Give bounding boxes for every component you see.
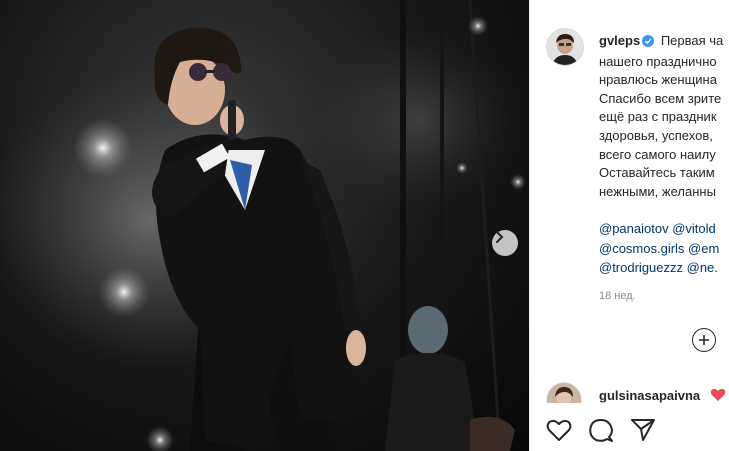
add-comment-button[interactable]: [692, 328, 716, 352]
caption-line: ещё раз с праздник: [599, 109, 717, 125]
caption-line: Первая ча: [660, 33, 724, 48]
caption-line: нашего празднично: [599, 53, 717, 69]
like-button[interactable]: [546, 418, 572, 447]
author-username[interactable]: gvleps: [599, 33, 640, 48]
commenter-username[interactable]: gulsinasapaivna: [599, 388, 700, 403]
action-bar: [530, 403, 729, 451]
mention-link[interactable]: @panaiotov @vitold: [599, 221, 716, 236]
caption-line: нравлюсь женщина: [599, 72, 717, 88]
caption-line: Спасибо всем зрите: [599, 90, 722, 106]
post-timestamp: 18 нед.: [599, 290, 636, 302]
caption-line: здоровья, успехов,: [599, 127, 717, 143]
post-sidebar: gvleps Первая ча нашего празднично нравл…: [529, 0, 729, 451]
author-avatar[interactable]: [546, 28, 584, 66]
share-icon: [631, 419, 655, 441]
caption-line: Оставайтесь таким: [599, 165, 715, 181]
comment-button[interactable]: [588, 418, 614, 449]
mentions: @panaiotov @vitold @cosmos.girls @em @tr…: [599, 219, 729, 278]
plus-circle-icon: [699, 335, 709, 345]
share-button[interactable]: [630, 418, 656, 447]
caption-line: всего самого наилу: [599, 146, 716, 162]
mention-link[interactable]: @trodriguezzz @ne.: [599, 260, 718, 275]
heart-icon: [546, 419, 572, 441]
verified-badge-icon: [642, 34, 655, 53]
next-photo-button[interactable]: [492, 230, 518, 256]
post-photo: [0, 0, 529, 451]
comment-icon: [589, 419, 613, 442]
caption-line: нежными, желанны: [599, 183, 716, 199]
mention-link[interactable]: @cosmos.girls @em: [599, 241, 719, 256]
stage-scene: [0, 0, 529, 451]
chevron-right-icon: [496, 231, 504, 243]
post-caption: gvleps Первая ча нашего празднично нравл…: [599, 32, 729, 201]
